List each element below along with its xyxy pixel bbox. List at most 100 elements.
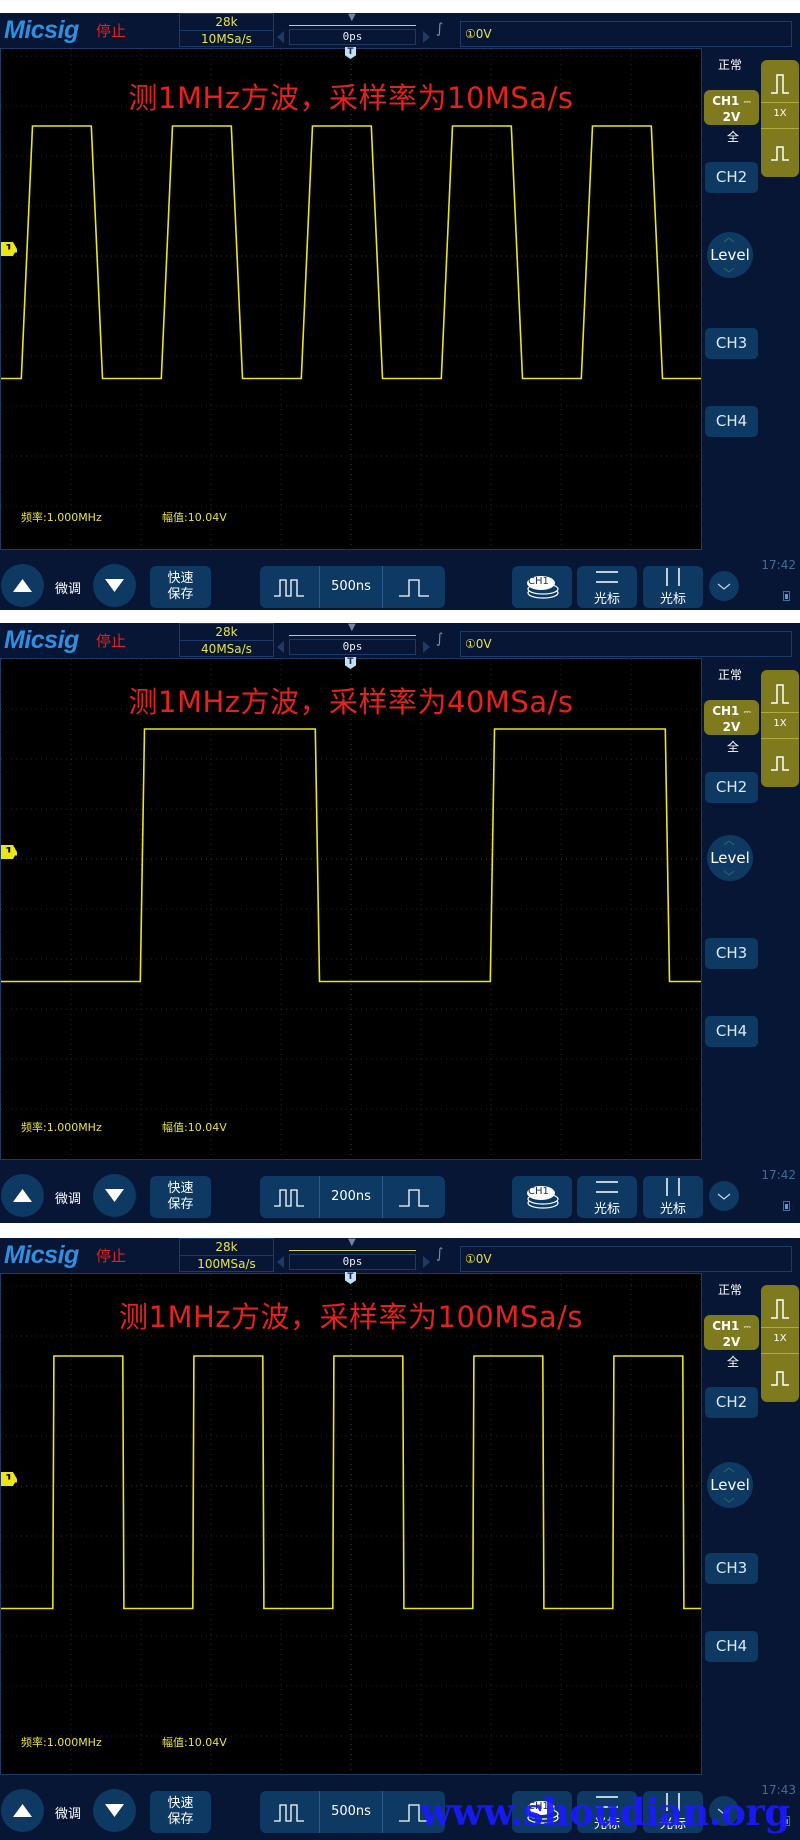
- timebase-value[interactable]: 500ns: [320, 1791, 382, 1833]
- trigger-mode[interactable]: 正常: [718, 56, 742, 73]
- horizontal-position-control[interactable]: ▼ 0ps: [277, 13, 430, 47]
- fine-down-button[interactable]: [93, 1789, 136, 1832]
- pulse-narrow-icon[interactable]: [770, 142, 790, 162]
- ch1-settings-button[interactable]: CH1 ⎓ 2V: [704, 90, 759, 125]
- ch1-settings-button[interactable]: CH1 ⎓ 2V: [704, 700, 759, 735]
- timebase-value[interactable]: 200ns: [320, 1176, 382, 1218]
- ch4-button[interactable]: CH4: [705, 406, 758, 437]
- divider: [761, 1353, 799, 1354]
- waveform-display[interactable]: 测1MHz方波，采样率为100MSa/s 频率:1.000MHz 幅值:10.0…: [0, 1273, 702, 1775]
- rising-edge-icon[interactable]: ∫: [436, 1246, 443, 1262]
- more-menu-button[interactable]: [709, 1181, 739, 1211]
- right-arrow-icon[interactable]: [423, 641, 430, 653]
- ch2-button[interactable]: CH2: [705, 162, 758, 193]
- probe-scale-control[interactable]: 1X: [761, 670, 799, 787]
- horizontal-position-control[interactable]: ▼ 0ps: [277, 623, 430, 657]
- ch1-settings-button[interactable]: CH1 ⎓ 2V: [704, 1315, 759, 1350]
- probe-scale-control[interactable]: 1X: [761, 60, 799, 177]
- cursor-h-label: 光标: [593, 1202, 620, 1217]
- chevron-up-icon: [723, 1467, 735, 1473]
- trigger-mode[interactable]: 正常: [718, 666, 742, 683]
- bandwidth-limit[interactable]: 全: [727, 128, 739, 145]
- pulse-narrow-icon[interactable]: [770, 752, 790, 772]
- pulse-wide-icon[interactable]: [770, 1297, 790, 1321]
- quick-save-button[interactable]: 快速 保存: [150, 566, 211, 608]
- acquisition-info[interactable]: 28k 10MSa/s: [179, 13, 274, 47]
- divider: [761, 128, 799, 129]
- rising-edge-icon[interactable]: ∫: [436, 631, 443, 647]
- brand-logo: Micsig: [4, 16, 79, 44]
- trigger-mode[interactable]: 正常: [718, 1281, 742, 1298]
- pulse-wide-icon[interactable]: [770, 72, 790, 96]
- single-pulse-icon: [399, 1189, 429, 1207]
- graticule: [1, 1274, 701, 1774]
- trigger-level-knob[interactable]: Level: [707, 232, 753, 278]
- horizontal-cursor-button[interactable]: 光标: [577, 1176, 637, 1218]
- ch2-button[interactable]: CH2: [705, 1387, 758, 1418]
- fine-down-button[interactable]: [93, 1174, 136, 1217]
- vertical-cursor-button[interactable]: 光标: [643, 1176, 703, 1218]
- ch4-button[interactable]: CH4: [705, 1016, 758, 1047]
- timebase-increase-button[interactable]: [383, 1176, 445, 1218]
- quick-save-line1: 快速: [167, 1181, 194, 1196]
- graticule: [1, 659, 701, 1159]
- pulse-train-icon: [274, 1804, 304, 1822]
- dc-coupling-icon: ⎓: [743, 98, 751, 108]
- acquisition-info[interactable]: 28k 40MSa/s: [179, 623, 274, 657]
- bandwidth-limit[interactable]: 全: [727, 1353, 739, 1370]
- trigger-level-arrow-icon[interactable]: [1, 246, 17, 256]
- right-arrow-icon[interactable]: [423, 31, 430, 43]
- trigger-level-arrow-icon[interactable]: [1, 849, 17, 859]
- pulse-wide-icon[interactable]: [770, 682, 790, 706]
- trigger-level-knob[interactable]: Level: [707, 1462, 753, 1508]
- channel-select-button[interactable]: CH1: [512, 566, 572, 608]
- run-stop-status[interactable]: 停止: [96, 20, 126, 41]
- amplitude-measurement: 幅值:10.04V: [162, 511, 227, 524]
- ch2-button[interactable]: CH2: [705, 772, 758, 803]
- horizontal-position-control[interactable]: ▼ 0ps: [277, 1238, 430, 1272]
- more-menu-button[interactable]: [709, 571, 739, 601]
- channel-select-button[interactable]: CH1: [512, 1176, 572, 1218]
- rising-edge-icon[interactable]: ∫: [436, 21, 443, 37]
- timebase-decrease-button[interactable]: [260, 566, 319, 608]
- probe-scale-control[interactable]: 1X: [761, 1285, 799, 1402]
- fine-up-button[interactable]: [1, 564, 44, 607]
- quick-save-button[interactable]: 快速 保存: [150, 1176, 211, 1218]
- ch3-button[interactable]: CH3: [705, 328, 758, 359]
- ch3-button[interactable]: CH3: [705, 938, 758, 969]
- waveform-display[interactable]: 测1MHz方波，采样率为40MSa/s 频率:1.000MHz 幅值:10.04…: [0, 658, 702, 1160]
- acquisition-info[interactable]: 28k 100MSa/s: [179, 1238, 274, 1272]
- timebase-decrease-button[interactable]: [260, 1176, 319, 1218]
- timebase-increase-button[interactable]: [383, 566, 445, 608]
- fine-up-button[interactable]: [1, 1789, 44, 1832]
- bandwidth-limit[interactable]: 全: [727, 738, 739, 755]
- fine-down-button[interactable]: [93, 564, 136, 607]
- run-stop-status[interactable]: 停止: [96, 1245, 126, 1266]
- waveform-display[interactable]: 测1MHz方波，采样率为10MSa/s 频率:1.000MHz 幅值:10.04…: [0, 48, 702, 550]
- trigger-level-knob[interactable]: Level: [707, 835, 753, 881]
- trigger-level-arrow-icon[interactable]: [1, 1476, 17, 1486]
- quick-save-button[interactable]: 快速 保存: [150, 1791, 211, 1833]
- run-stop-status[interactable]: 停止: [96, 630, 126, 651]
- ch4-button[interactable]: CH4: [705, 1631, 758, 1662]
- trigger-level-readout[interactable]: ①0V: [460, 631, 792, 657]
- left-arrow-icon[interactable]: [277, 641, 284, 653]
- ch3-button[interactable]: CH3: [705, 1553, 758, 1584]
- clock: 17:42: [761, 558, 796, 572]
- timebase-value[interactable]: 500ns: [320, 566, 382, 608]
- oscilloscope-screen-3: Micsig 停止 28k 100MSa/s ▼ 0ps ∫ ①0V 测1MHz…: [0, 1238, 800, 1840]
- trigger-level-readout[interactable]: ①0V: [460, 21, 792, 47]
- right-arrow-icon[interactable]: [423, 1256, 430, 1268]
- single-pulse-icon: [399, 579, 429, 597]
- horizontal-cursor-icon: [596, 1181, 618, 1193]
- cursor-v-label: 光标: [659, 592, 686, 607]
- ch1-waveform-trace: [1, 125, 701, 380]
- timebase-decrease-button[interactable]: [260, 1791, 319, 1833]
- vertical-cursor-button[interactable]: 光标: [643, 566, 703, 608]
- left-arrow-icon[interactable]: [277, 1256, 284, 1268]
- left-arrow-icon[interactable]: [277, 31, 284, 43]
- horizontal-cursor-button[interactable]: 光标: [577, 566, 637, 608]
- trigger-level-readout[interactable]: ①0V: [460, 1246, 792, 1272]
- fine-up-button[interactable]: [1, 1174, 44, 1217]
- pulse-narrow-icon[interactable]: [770, 1367, 790, 1387]
